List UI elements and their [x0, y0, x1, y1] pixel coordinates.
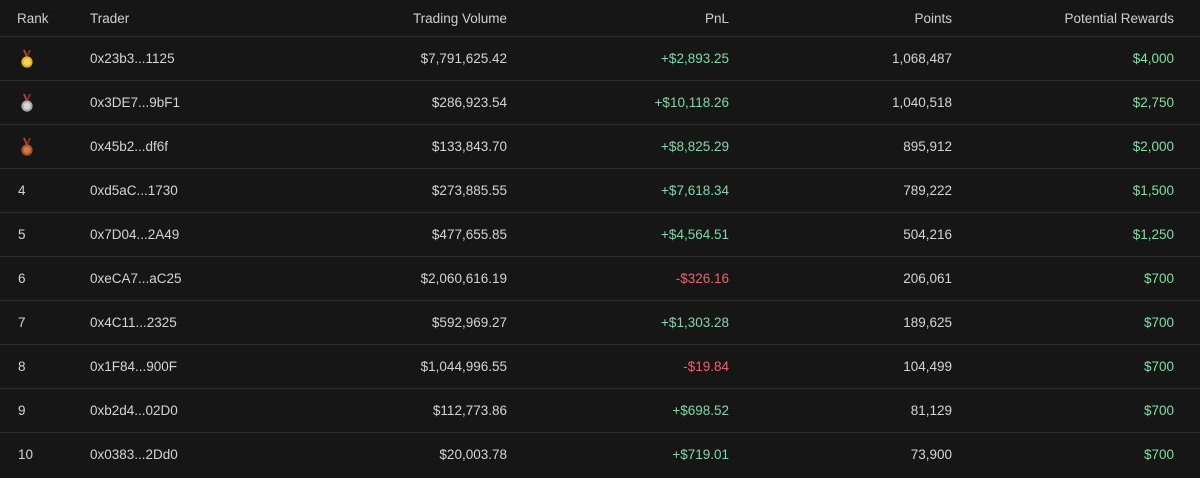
points-value: 1,068,487 — [891, 51, 952, 66]
pnl-value: +$7,618.34 — [661, 183, 729, 198]
bronze-medal-icon — [21, 137, 33, 156]
pnl-value: +$1,303.28 — [661, 315, 729, 330]
rank-number: 10 — [18, 447, 34, 462]
potential-rewards-value: $700 — [1143, 271, 1174, 286]
table-row[interactable]: 10 0x0383...2Dd0 $20,003.78 +$719.01 73,900 $… — [0, 433, 1200, 476]
potential-rewards-value: $2,750 — [1132, 95, 1174, 110]
silver-medal-icon — [21, 93, 33, 112]
potential-rewards-value: $2,000 — [1132, 139, 1174, 154]
leaderboard-table: Rank Trader Trading Volume PnL Points Po… — [0, 0, 1200, 478]
potential-rewards-value: $1,250 — [1132, 227, 1174, 242]
pnl-value: +$8,825.29 — [661, 139, 729, 154]
pnl-value: -$19.84 — [683, 359, 729, 374]
trading-volume-value: $7,791,625.42 — [420, 51, 507, 66]
trader-address[interactable]: 0x3DE7...9bF1 — [90, 81, 290, 124]
table-row[interactable]: 9 0xb2d4...02D0 $112,773.86 +$698.52 81,129 $… — [0, 389, 1200, 433]
table-row[interactable]: 0x23b3...1125 $7,791,625.42 +$2,893.25 1,06… — [0, 37, 1200, 81]
points-value: 189,625 — [903, 315, 952, 330]
pnl-value: +$10,118.26 — [654, 95, 729, 110]
trader-address[interactable]: 0x23b3...1125 — [90, 37, 290, 80]
trading-volume-value: $273,885.55 — [431, 183, 507, 198]
column-header-potential-rewards[interactable]: Potential Rewards — [1064, 0, 1174, 36]
pnl-value: -$326.16 — [675, 271, 729, 286]
column-header-trading-volume[interactable]: Trading Volume — [413, 0, 507, 36]
points-value: 895,912 — [903, 139, 952, 154]
table-row[interactable]: 7 0x4C11...2325 $592,969.27 +$1,303.28 189,6… — [0, 301, 1200, 345]
column-header-rank[interactable]: Rank — [17, 0, 67, 36]
trader-address[interactable]: 0xd5aC...1730 — [90, 169, 290, 212]
potential-rewards-value: $700 — [1143, 403, 1174, 418]
rank-medal — [17, 37, 67, 80]
points-value: 206,061 — [903, 271, 952, 286]
table-row[interactable]: 5 0x7D04...2A49 $477,655.85 +$4,564.51 504,2… — [0, 213, 1200, 257]
potential-rewards-value: $700 — [1143, 447, 1174, 462]
trader-address[interactable]: 0x0383...2Dd0 — [90, 433, 290, 476]
rank-medal — [17, 125, 67, 168]
rank-medal — [17, 81, 67, 124]
trading-volume-value: $1,044,996.55 — [420, 359, 507, 374]
pnl-value: +$2,893.25 — [661, 51, 729, 66]
trading-volume-value: $592,969.27 — [431, 315, 507, 330]
points-value: 81,129 — [910, 403, 952, 418]
points-value: 1,040,518 — [891, 95, 952, 110]
trading-volume-value: $477,655.85 — [431, 227, 507, 242]
points-value: 104,499 — [903, 359, 952, 374]
rank-number: 5 — [18, 227, 26, 242]
column-header-pnl[interactable]: PnL — [705, 0, 729, 36]
points-value: 73,900 — [910, 447, 952, 462]
trader-address[interactable]: 0xeCA7...aC25 — [90, 257, 290, 300]
trading-volume-value: $112,773.86 — [432, 403, 507, 418]
trader-address[interactable]: 0x4C11...2325 — [90, 301, 290, 344]
trader-address[interactable]: 0x7D04...2A49 — [90, 213, 290, 256]
trader-address[interactable]: 0x1F84...900F — [90, 345, 290, 388]
rank-number: 7 — [18, 315, 26, 330]
pnl-value: +$4,564.51 — [661, 227, 729, 242]
trading-volume-value: $286,923.54 — [431, 95, 507, 110]
trading-volume-value: $20,003.78 — [439, 447, 507, 462]
table-body: 0x23b3...1125 $7,791,625.42 +$2,893.25 1,06… — [0, 37, 1200, 476]
column-header-points[interactable]: Points — [914, 0, 952, 36]
potential-rewards-value: $700 — [1143, 359, 1174, 374]
potential-rewards-value: $1,500 — [1132, 183, 1174, 198]
trading-volume-value: $2,060,616.19 — [420, 271, 507, 286]
pnl-value: +$719.01 — [672, 447, 729, 462]
table-header: Rank Trader Trading Volume PnL Points Po… — [0, 0, 1200, 37]
rank-number: 8 — [18, 359, 26, 374]
points-value: 789,222 — [903, 183, 952, 198]
trader-address[interactable]: 0xb2d4...02D0 — [90, 389, 290, 432]
rank-number: 6 — [18, 271, 26, 286]
gold-medal-icon — [21, 49, 33, 68]
pnl-value: +$698.52 — [672, 403, 729, 418]
column-header-trader[interactable]: Trader — [90, 0, 290, 36]
table-row[interactable]: 6 0xeCA7...aC25 $2,060,616.19 -$326.16 206,0… — [0, 257, 1200, 301]
rank-number: 4 — [18, 183, 26, 198]
potential-rewards-value: $4,000 — [1132, 51, 1174, 66]
trader-address[interactable]: 0x45b2...df6f — [90, 125, 290, 168]
rank-number: 9 — [18, 403, 26, 418]
table-row[interactable]: 4 0xd5aC...1730 $273,885.55 +$7,618.34 789,2… — [0, 169, 1200, 213]
table-row[interactable]: 0x3DE7...9bF1 $286,923.54 +$10,118.26 1,040… — [0, 81, 1200, 125]
points-value: 504,216 — [903, 227, 952, 242]
potential-rewards-value: $700 — [1143, 315, 1174, 330]
table-row[interactable]: 8 0x1F84...900F $1,044,996.55 -$19.84 104,49… — [0, 345, 1200, 389]
table-row[interactable]: 0x45b2...df6f $133,843.70 +$8,825.29 895,91… — [0, 125, 1200, 169]
trading-volume-value: $133,843.70 — [431, 139, 507, 154]
